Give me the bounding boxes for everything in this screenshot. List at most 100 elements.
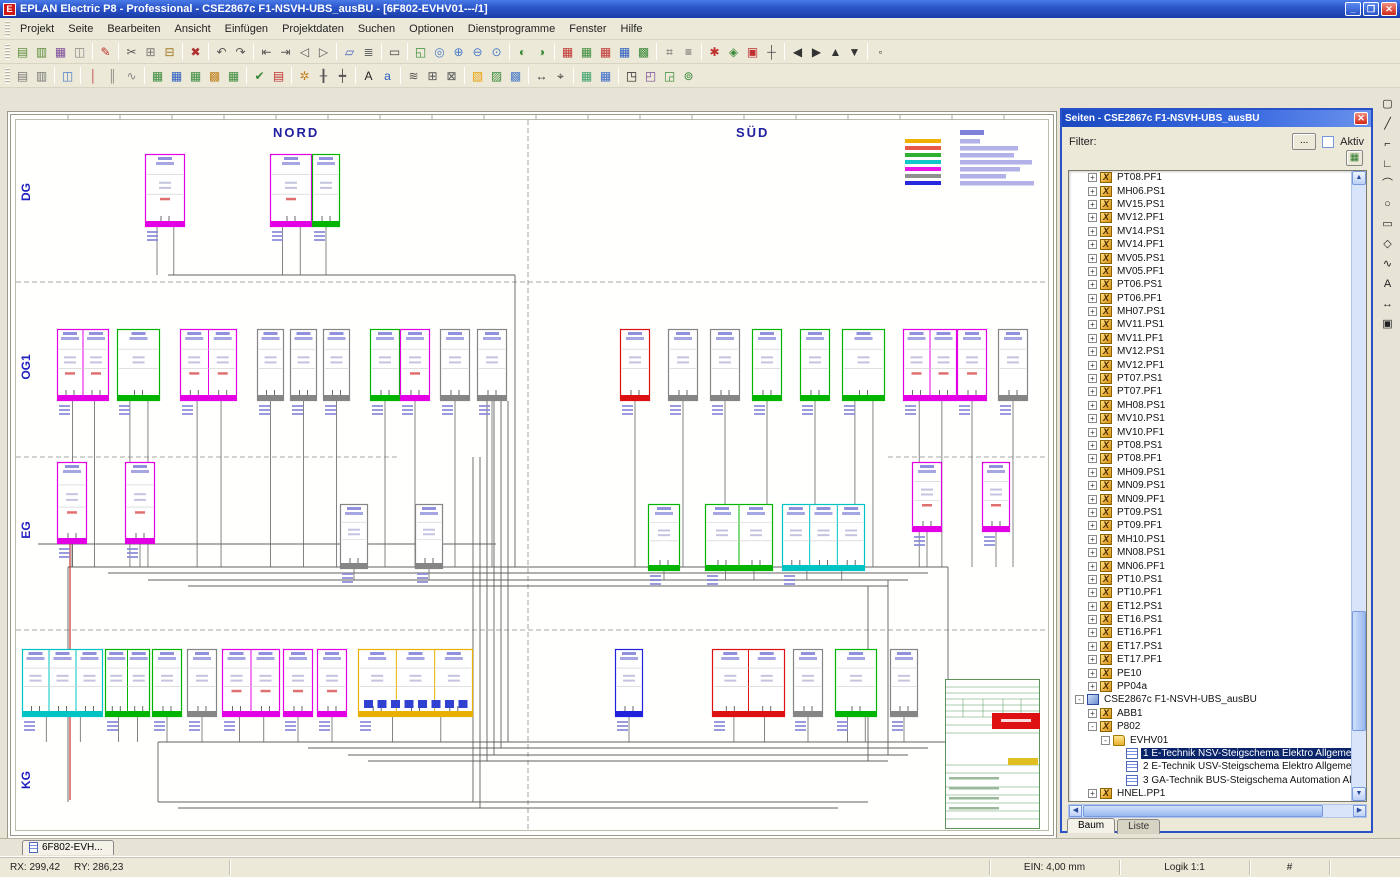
grafik-stift-icon[interactable]: ✎ bbox=[96, 42, 115, 61]
distribution-panel-magenta[interactable] bbox=[181, 329, 237, 567]
tree-item[interactable]: -XP802 bbox=[1069, 720, 1351, 733]
seite-oeffnen-icon[interactable]: ▥ bbox=[32, 42, 51, 61]
tree-item[interactable]: +XMH06.PS1 bbox=[1069, 184, 1351, 197]
distribution-panel-gray[interactable] bbox=[341, 505, 368, 584]
scroll-down-icon[interactable]: ▼ bbox=[1352, 787, 1366, 801]
tree-item[interactable]: +XPP04a bbox=[1069, 680, 1351, 693]
distribution-panel-magenta[interactable] bbox=[223, 649, 280, 742]
tree-item[interactable]: +XMV14.PS1 bbox=[1069, 225, 1351, 238]
geraete-navigator-icon[interactable]: ◫ bbox=[58, 66, 77, 85]
raster-d-icon[interactable]: ▦ bbox=[615, 42, 634, 61]
panel-body[interactable] bbox=[126, 463, 155, 544]
raster-ein-aus-icon[interactable]: ▩ bbox=[634, 42, 653, 61]
expand-icon[interactable]: + bbox=[1088, 481, 1097, 490]
panel-body[interactable] bbox=[711, 330, 740, 401]
expand-icon[interactable]: + bbox=[1088, 240, 1097, 249]
rueckgaengig-icon[interactable]: ↶ bbox=[212, 42, 231, 61]
menu-projektdaten[interactable]: Projektdaten bbox=[275, 20, 351, 38]
expand-icon[interactable]: + bbox=[1088, 374, 1097, 383]
tree-item[interactable]: +XPE10 bbox=[1069, 666, 1351, 679]
panel-body[interactable] bbox=[441, 330, 470, 401]
tree-item-selected[interactable]: 1 E-Technik NSV-Steigschema Elektro Allg… bbox=[1069, 747, 1351, 760]
projekt-navigator-icon[interactable]: ▨ bbox=[487, 66, 506, 85]
abschirmung-icon[interactable]: ∿ bbox=[122, 66, 141, 85]
title-block[interactable] bbox=[945, 680, 1040, 829]
distribution-panel-red[interactable] bbox=[713, 649, 785, 742]
menu-fenster[interactable]: Fenster bbox=[562, 20, 613, 38]
gruppieren-icon[interactable]: ⊞ bbox=[423, 66, 442, 85]
tree-item[interactable]: +XPT06.PS1 bbox=[1069, 278, 1351, 291]
expand-icon[interactable]: + bbox=[1088, 401, 1097, 410]
tree-item[interactable]: +XPT10.PS1 bbox=[1069, 573, 1351, 586]
panel-body[interactable] bbox=[401, 330, 430, 401]
expand-icon[interactable]: + bbox=[1088, 669, 1097, 678]
toolbar-main-grip[interactable] bbox=[5, 44, 10, 60]
tree-item[interactable]: +XMV15.PS1 bbox=[1069, 198, 1351, 211]
collapse-icon[interactable]: - bbox=[1088, 722, 1097, 731]
tree-item[interactable]: +XET12.PS1 bbox=[1069, 600, 1351, 613]
distribution-panel-green[interactable] bbox=[836, 650, 877, 743]
sps-matrix-icon[interactable]: ▦ bbox=[186, 66, 205, 85]
tree-item[interactable]: +XPT08.PS1 bbox=[1069, 439, 1351, 452]
kopieren-icon[interactable]: ⊞ bbox=[141, 42, 160, 61]
einfuegen-icon[interactable]: ⊟ bbox=[160, 42, 179, 61]
raster-b-icon[interactable]: ▦ bbox=[577, 42, 596, 61]
tree-item[interactable]: +XMV05.PF1 bbox=[1069, 265, 1351, 278]
distribution-panel-gray[interactable] bbox=[478, 330, 507, 568]
punkt-verdrahtung-icon[interactable]: ┿ bbox=[333, 66, 352, 85]
panel-body[interactable] bbox=[291, 330, 317, 401]
aktiv-checkbox[interactable] bbox=[1322, 136, 1334, 148]
winkel-tool-icon[interactable]: ∟ bbox=[1378, 154, 1397, 173]
tree-item[interactable]: +XMV10.PS1 bbox=[1069, 412, 1351, 425]
expand-icon[interactable]: + bbox=[1088, 361, 1097, 370]
tree-item[interactable]: +XET17.PS1 bbox=[1069, 640, 1351, 653]
gruppe-aufloesen-icon[interactable]: ⊠ bbox=[442, 66, 461, 85]
panel-body[interactable] bbox=[801, 330, 830, 401]
expand-icon[interactable]: + bbox=[1088, 588, 1097, 597]
expand-icon[interactable]: + bbox=[1088, 387, 1097, 396]
scrollbar-thumb[interactable] bbox=[1352, 611, 1366, 731]
kabel-definieren-icon[interactable]: │ bbox=[84, 66, 103, 85]
distribution-panel-gray[interactable] bbox=[258, 330, 284, 568]
hscrollbar-thumb[interactable] bbox=[1083, 805, 1323, 817]
expand-icon[interactable]: + bbox=[1088, 173, 1097, 182]
distribution-panel-magenta[interactable] bbox=[913, 463, 942, 568]
pfeil-links-icon[interactable]: ◀ bbox=[788, 42, 807, 61]
collapse-icon[interactable]: - bbox=[1075, 695, 1084, 704]
panel-body[interactable] bbox=[258, 330, 284, 401]
polylinie-tool-icon[interactable]: ⌐ bbox=[1378, 134, 1397, 153]
bemassung-tool-icon[interactable]: ↔ bbox=[1378, 294, 1397, 313]
distribution-panel-magenta[interactable] bbox=[284, 650, 313, 743]
minimize-button[interactable]: _ bbox=[1345, 2, 1361, 16]
distribution-panel-magenta[interactable] bbox=[146, 155, 185, 276]
tree-item[interactable]: +XET16.PF1 bbox=[1069, 626, 1351, 639]
tree-item[interactable]: +XMH09.PS1 bbox=[1069, 466, 1351, 479]
fenstermakro-icon[interactable]: ◈ bbox=[724, 42, 743, 61]
struktur-icon[interactable]: ▩ bbox=[506, 66, 525, 85]
pruefen-icon[interactable]: ✔ bbox=[250, 66, 269, 85]
expand-icon[interactable]: + bbox=[1088, 227, 1097, 236]
panel-body[interactable] bbox=[999, 330, 1028, 401]
tree-item[interactable]: +XMN06.PF1 bbox=[1069, 559, 1351, 572]
expand-icon[interactable]: + bbox=[1088, 280, 1097, 289]
expand-icon[interactable]: + bbox=[1088, 441, 1097, 450]
panel-body[interactable] bbox=[371, 330, 400, 401]
distribution-panel-green[interactable] bbox=[153, 650, 182, 743]
expand-icon[interactable]: + bbox=[1088, 454, 1097, 463]
expand-icon[interactable]: + bbox=[1088, 642, 1097, 651]
tree-item[interactable]: +XMV11.PS1 bbox=[1069, 318, 1351, 331]
distribution-panel-red[interactable] bbox=[621, 330, 650, 568]
menu-seite[interactable]: Seite bbox=[61, 20, 100, 38]
tree-item[interactable]: +XMN08.PS1 bbox=[1069, 546, 1351, 559]
tab-liste[interactable]: Liste bbox=[1117, 819, 1160, 834]
tree-item[interactable]: +XMN09.PF1 bbox=[1069, 492, 1351, 505]
symbol-einfuegen-icon[interactable]: ✱ bbox=[705, 42, 724, 61]
panel-body[interactable] bbox=[313, 155, 340, 227]
panel-body[interactable] bbox=[58, 463, 87, 544]
tree-item[interactable]: +XMV14.PF1 bbox=[1069, 238, 1351, 251]
tree-item[interactable]: +XPT08.PF1 bbox=[1069, 171, 1351, 184]
distribution-panel-magenta[interactable] bbox=[983, 463, 1010, 568]
expand-icon[interactable]: + bbox=[1088, 615, 1097, 624]
close-button[interactable]: ✕ bbox=[1381, 2, 1397, 16]
auswahl-tool-icon[interactable]: ▢ bbox=[1378, 94, 1397, 113]
